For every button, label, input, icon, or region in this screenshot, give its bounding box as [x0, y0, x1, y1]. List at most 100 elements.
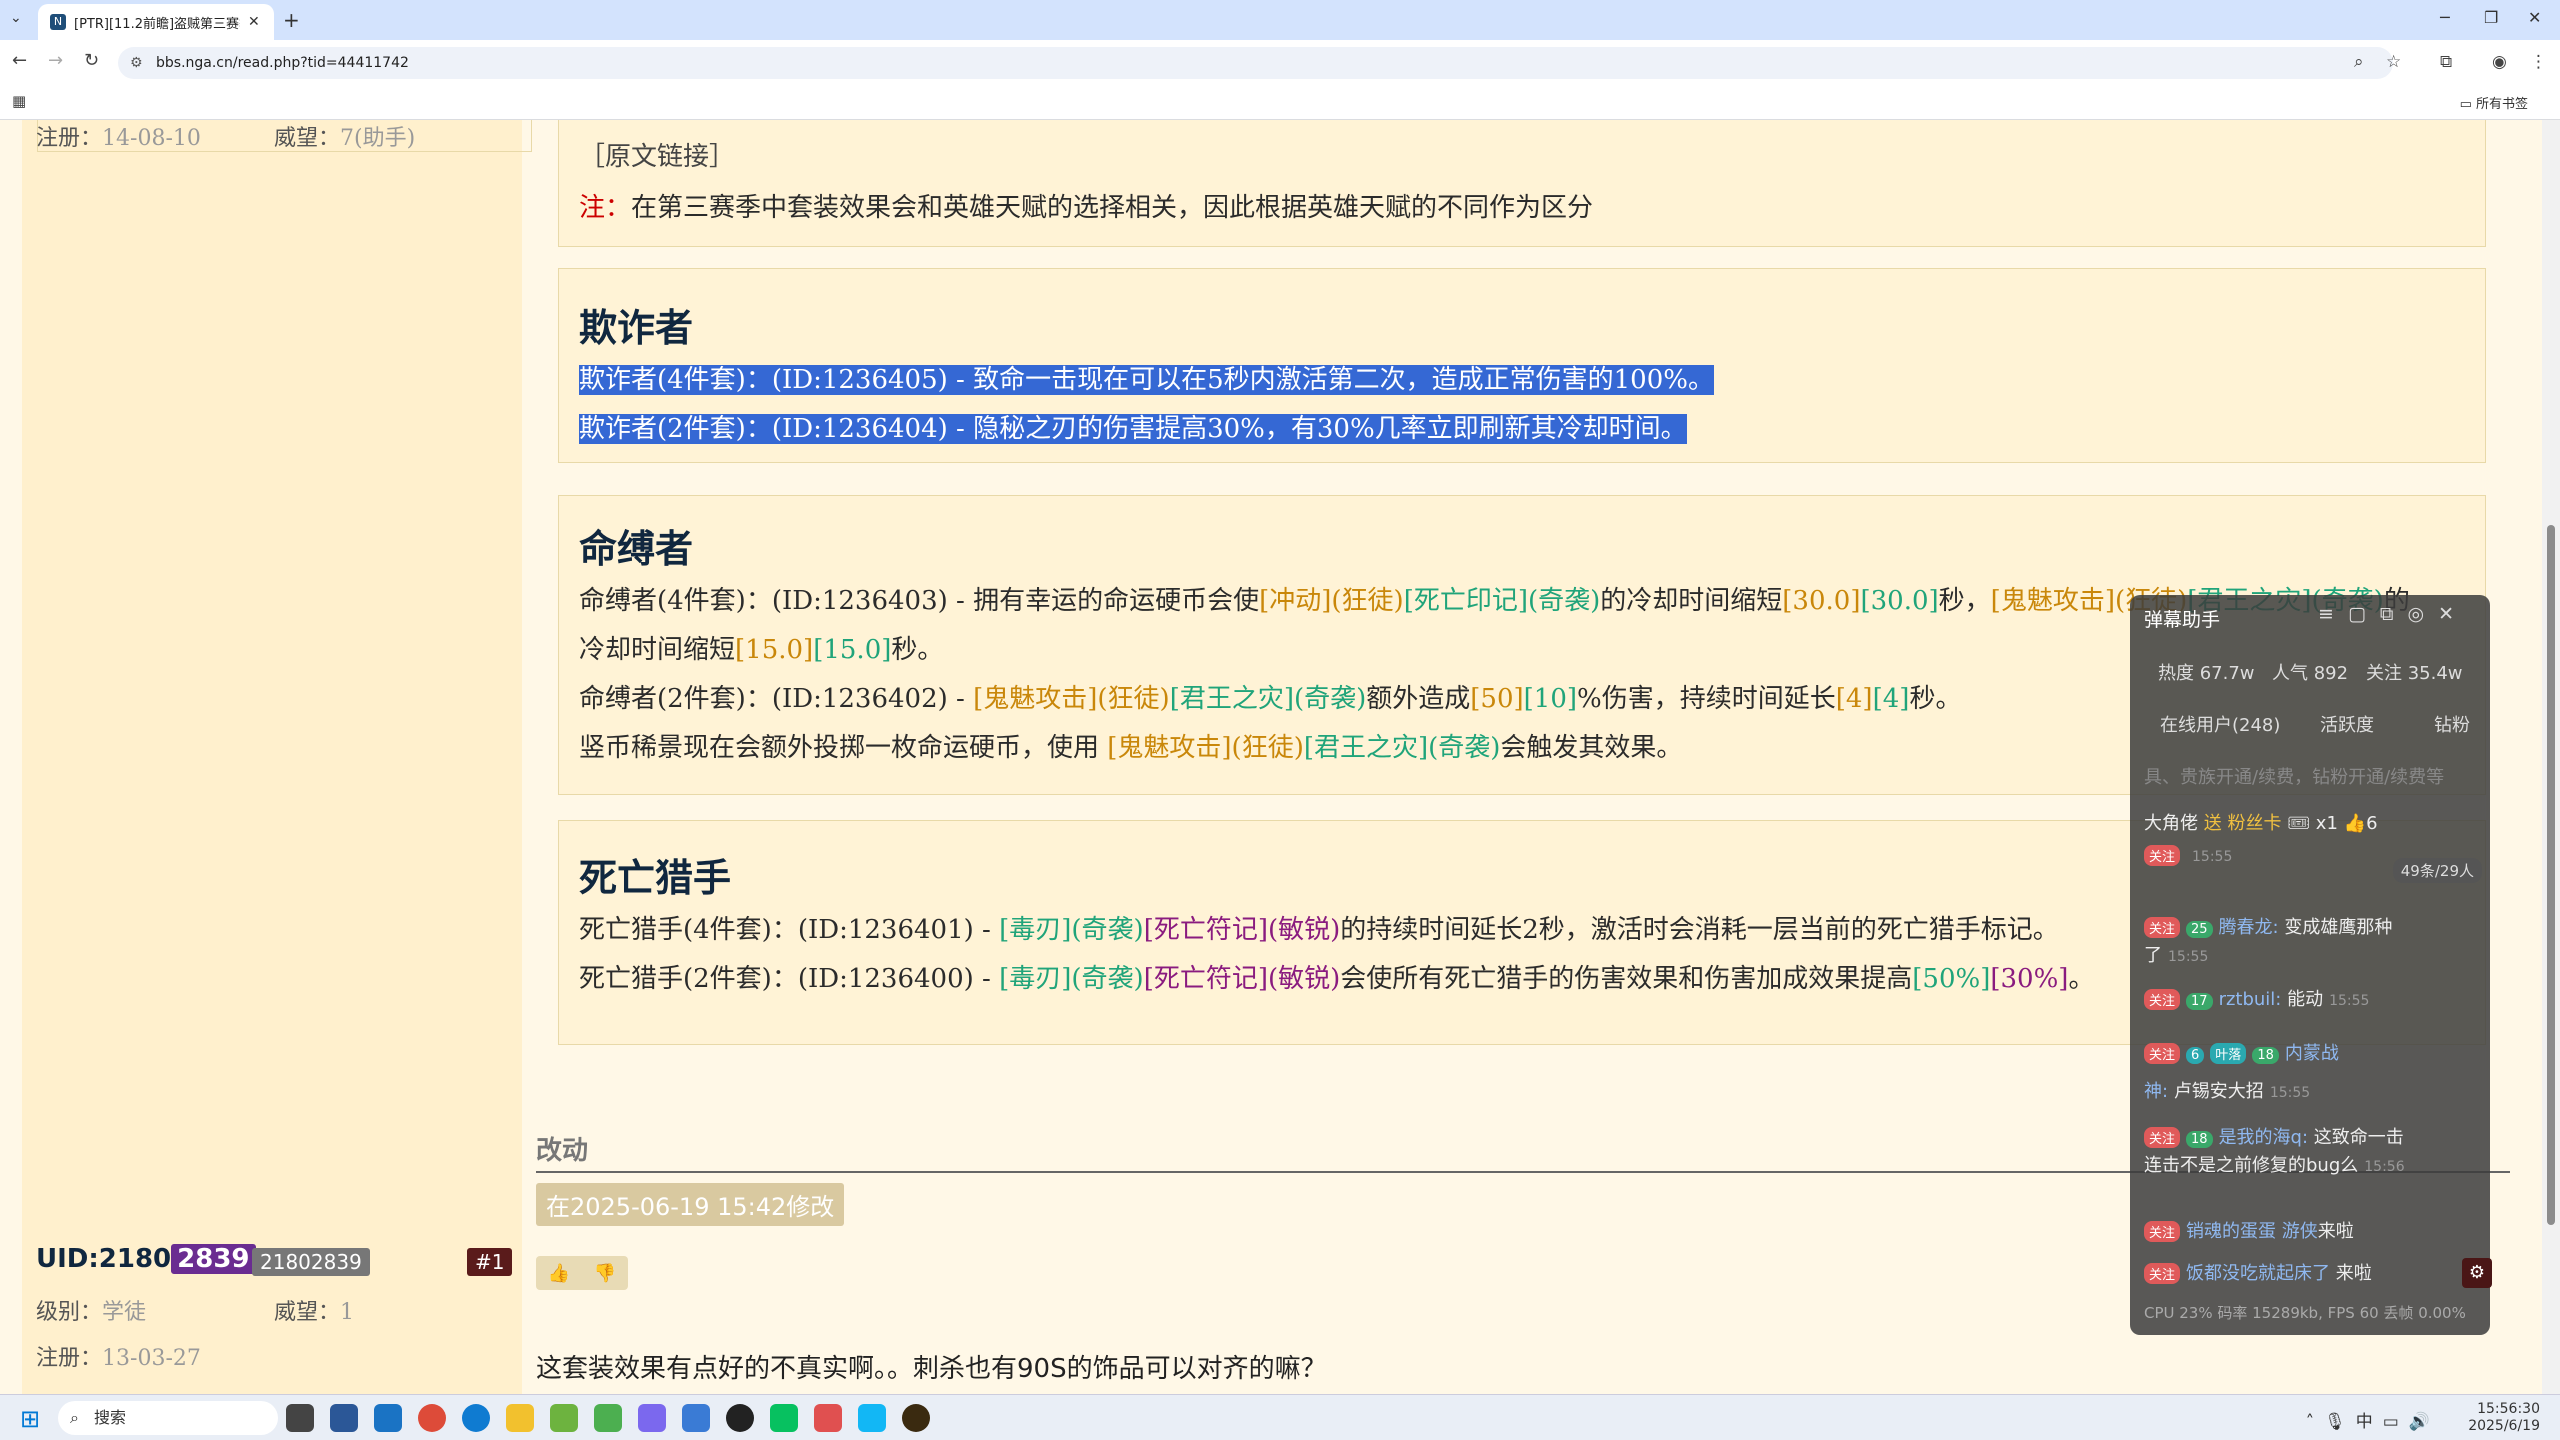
- zoom-icon[interactable]: ⌕: [2354, 52, 2364, 72]
- nga-favicon-icon: N: [50, 14, 66, 30]
- thumbs-up-icon[interactable]: 👍: [548, 1263, 570, 1284]
- qq-icon[interactable]: [858, 1404, 886, 1432]
- url-text: bbs.nga.cn/read.php?tid=44411742: [156, 55, 409, 71]
- follow-stat: 关注 35.4w: [2366, 663, 2463, 684]
- bookmark-star-icon[interactable]: ☆: [2386, 52, 2401, 72]
- clock[interactable]: 15:56:30 2025/6/19: [2468, 1401, 2540, 1435]
- gift-message: 大角佬 送 粉丝卡 🎟 x1 👍6: [2144, 813, 2378, 834]
- wechat-icon[interactable]: [770, 1404, 798, 1432]
- store-icon[interactable]: [374, 1404, 402, 1432]
- tab-close-icon[interactable]: ✕: [248, 14, 264, 30]
- all-bookmarks-label: 所有书签: [2475, 97, 2528, 112]
- app-icon[interactable]: [814, 1404, 842, 1432]
- gear-icon[interactable]: ⚙: [2462, 1258, 2492, 1288]
- all-bookmarks-button[interactable]: ▭ 所有书签: [2460, 93, 2528, 112]
- clock-date: 2025/6/19: [2468, 1418, 2540, 1434]
- list-item: 连击不是之前修复的bug么 15:56: [2144, 1155, 2405, 1176]
- file-explorer-icon[interactable]: [506, 1404, 534, 1432]
- tab-search-icon[interactable]: ⌄: [10, 10, 22, 26]
- network-icon[interactable]: ▭: [2383, 1412, 2409, 1432]
- page-scrollbar[interactable]: [2542, 120, 2560, 1394]
- profile-icon[interactable]: ◉: [2492, 52, 2507, 72]
- volume-icon[interactable]: 🔊: [2409, 1412, 2440, 1432]
- gift-hint: 具、贵族开通/续费，钻粉开通/续费等: [2144, 767, 2445, 788]
- heat-stat: 热度 67.7w: [2158, 663, 2255, 684]
- windows-start-icon[interactable]: ⊞: [20, 1405, 40, 1433]
- taskbar: ⊞ ⌕ 搜索 ˄🎙中▭🔊 15:56:30 2025/6/19: [0, 1394, 2560, 1440]
- post2-author-box: UID:2180 2839 21802839 #1 级别：学徒 威望：1 注册：1…: [22, 1236, 522, 1394]
- app-icon[interactable]: [550, 1404, 578, 1432]
- tab-diamond-fans[interactable]: 钻粉: [2434, 711, 2470, 737]
- search-icon: ⌕: [70, 1408, 79, 1427]
- danmaku-overlay: 弹幕助手 ≡▢⧉◎✕ 热度 67.7w 人气 892 关注 35.4w 在线用户…: [2130, 595, 2490, 1335]
- list-item: 关注 15:55: [2144, 845, 2232, 866]
- wow-icon[interactable]: [902, 1404, 930, 1432]
- app-icon[interactable]: [682, 1404, 710, 1432]
- lock-icon[interactable]: ▢: [2348, 603, 2380, 625]
- list-item: 关注 17 rztbuil: 能动 15:55: [2144, 985, 2369, 1011]
- post2-reg: 注册：13-03-27: [36, 1346, 201, 1371]
- minimize-icon[interactable]: ─: [2440, 8, 2450, 27]
- mic-icon[interactable]: 🎙: [2324, 1412, 2356, 1432]
- list-item: 关注 18 是我的海q: 这致命一击: [2144, 1123, 2404, 1149]
- tab-strip: ⌄ N [PTR][11.2前瞻]盗贼第三赛季 ✕ + ─ ❐ ✕: [0, 0, 2560, 40]
- settings-icon[interactable]: ◎: [2407, 603, 2438, 625]
- floor-badge[interactable]: #1: [467, 1248, 513, 1276]
- site-info-icon[interactable]: ⚙: [130, 47, 143, 79]
- list-item: 关注 25 腾春龙: 变成雄鹰那种: [2144, 913, 2392, 939]
- tray-icons: ˄🎙中▭🔊: [2306, 1407, 2440, 1432]
- list-item: 关注 饭都没吃就起床了 来啦: [2144, 1259, 2372, 1285]
- popularity-stat: 人气 892: [2272, 663, 2349, 684]
- set-bonus-line: 欺诈者(4件套)：(ID:1236405) - 致命一击现在可以在5秒内激活第二…: [579, 365, 1714, 395]
- ime-indicator[interactable]: 中: [2356, 1412, 2383, 1432]
- source-link[interactable]: ［原文链接］: [579, 136, 2465, 173]
- message-count-badge: 49条/29人: [2392, 858, 2482, 883]
- list-item: 神: 卢锡安大招 15:55: [2144, 1081, 2311, 1102]
- section-title: 欺诈者: [579, 305, 694, 350]
- tab-active[interactable]: N [PTR][11.2前瞻]盗贼第三赛季 ✕: [38, 4, 274, 40]
- reload-icon[interactable]: ↻: [84, 50, 99, 71]
- post2-content: 这套装效果有点好的不真实啊。。刺杀也有90S的饰品可以对齐的嘛？: [536, 1354, 1327, 1384]
- address-bar[interactable]: ⚙ bbs.nga.cn/read.php?tid=44411742: [118, 47, 2393, 79]
- quote-box-intro: ［原文链接］ 注：在第三赛季中套装效果会和英雄天赋的选择相关，因此根据英雄天赋的…: [558, 120, 2486, 247]
- forward-icon[interactable]: →: [48, 50, 63, 71]
- new-tab-button[interactable]: +: [283, 8, 300, 32]
- app-icon[interactable]: [594, 1404, 622, 1432]
- window-close-icon[interactable]: ✕: [2528, 8, 2541, 27]
- taskbar-search[interactable]: ⌕ 搜索: [58, 1401, 278, 1435]
- edit-timestamp-tag: 在2025-06-19 15:42修改: [536, 1183, 845, 1226]
- task-view-icon[interactable]: [286, 1404, 314, 1432]
- menu-icon[interactable]: ⋮: [2530, 52, 2547, 72]
- clock-time: 15:56:30: [2477, 1401, 2540, 1417]
- pin-icon[interactable]: ≡: [2318, 603, 2348, 625]
- list-item: 关注 6 叶落 18 内蒙战: [2144, 1039, 2339, 1065]
- danmaku-header-icons: ≡▢⧉◎✕: [2318, 603, 2468, 625]
- extensions-icon[interactable]: ⧉: [2440, 52, 2452, 72]
- thumbs-down-icon[interactable]: 👎: [594, 1263, 616, 1284]
- browser-chrome: ⌄ N [PTR][11.2前瞻]盗贼第三赛季 ✕ + ─ ❐ ✕ ← → ↻ …: [0, 0, 2560, 120]
- chrome-icon[interactable]: [418, 1404, 446, 1432]
- scrollbar-thumb[interactable]: [2547, 525, 2555, 1225]
- danmaku-title: 弹幕助手: [2144, 609, 2221, 631]
- danmaku-stats-footer: CPU 23% 码率 15289kb, FPS 60 丢帧 0.00%: [2144, 1304, 2466, 1322]
- like-icon: 👍: [2343, 813, 2367, 834]
- set-bonus-line: 欺诈者(2件套)：(ID:1236404) - 隐秘之刃的伤害提高30%，有30…: [579, 414, 1687, 444]
- copy-icon[interactable]: ⧉: [2380, 603, 2408, 625]
- list-item: 关注 销魂的蛋蛋 游侠来啦: [2144, 1217, 2354, 1243]
- calculator-icon[interactable]: [330, 1404, 358, 1432]
- post2-uid[interactable]: UID:2180 2839: [36, 1244, 256, 1274]
- back-icon[interactable]: ←: [12, 50, 27, 71]
- post1-reg: 注册：14-08-10: [36, 126, 201, 151]
- app-icon[interactable]: [726, 1404, 754, 1432]
- restore-icon[interactable]: ❐: [2484, 8, 2498, 27]
- uid-full-badge: 21802839: [252, 1248, 370, 1276]
- tab-online-users[interactable]: 在线用户(248): [2160, 711, 2280, 737]
- edge-icon[interactable]: [462, 1404, 490, 1432]
- apps-grid-icon[interactable]: ▦: [12, 92, 26, 110]
- app-icon[interactable]: [638, 1404, 666, 1432]
- note-line: 注：在第三赛季中套装效果会和英雄天赋的选择相关，因此根据英雄天赋的不同作为区分: [579, 193, 1594, 223]
- tab-activity[interactable]: 活跃度: [2320, 711, 2374, 737]
- gift-card-icon: 🎟: [2287, 813, 2311, 834]
- chevron-up-icon[interactable]: ˄: [2306, 1412, 2325, 1432]
- close-icon[interactable]: ✕: [2438, 603, 2468, 625]
